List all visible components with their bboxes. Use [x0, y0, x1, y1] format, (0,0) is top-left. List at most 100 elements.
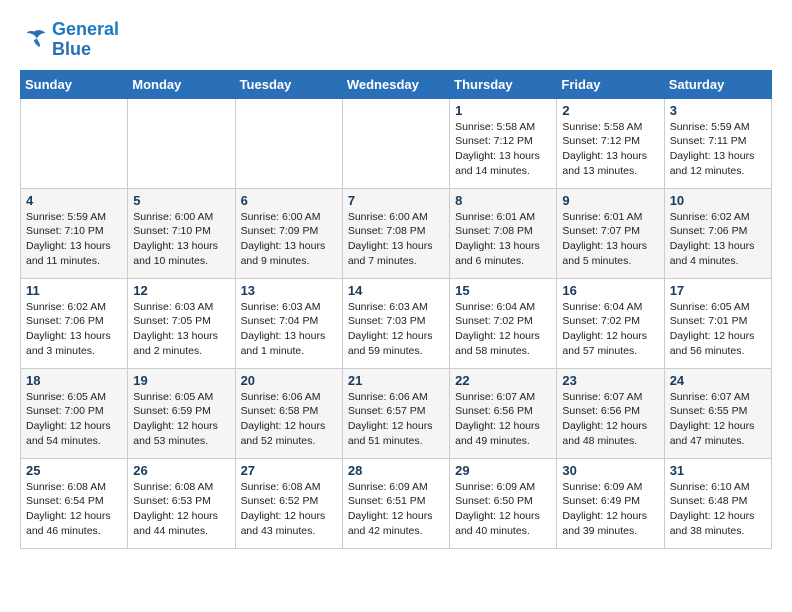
calendar-week-row: 1 Sunrise: 5:58 AM Sunset: 7:12 PM Daylig… [21, 98, 772, 188]
day-number: 27 [241, 463, 337, 478]
calendar-cell [342, 98, 449, 188]
day-info: Sunrise: 6:03 AM Sunset: 7:05 PM Dayligh… [133, 300, 229, 359]
calendar-cell: 12 Sunrise: 6:03 AM Sunset: 7:05 PM Dayli… [128, 278, 235, 368]
column-header-wednesday: Wednesday [342, 70, 449, 98]
calendar-cell: 19 Sunrise: 6:05 AM Sunset: 6:59 PM Dayli… [128, 368, 235, 458]
calendar-cell: 7Sunrise: 6:00 AM Sunset: 7:08 PM Daylig… [342, 188, 449, 278]
logo-icon [20, 26, 48, 54]
day-info: Sunrise: 6:07 AM Sunset: 6:55 PM Dayligh… [670, 390, 766, 449]
column-header-sunday: Sunday [21, 70, 128, 98]
calendar-table: SundayMondayTuesdayWednesdayThursdayFrid… [20, 70, 772, 549]
day-number: 5 [133, 193, 229, 208]
day-number: 26 [133, 463, 229, 478]
calendar-cell: 20 Sunrise: 6:06 AM Sunset: 6:58 PM Dayli… [235, 368, 342, 458]
day-number: 19 [133, 373, 229, 388]
day-number: 9 [562, 193, 658, 208]
calendar-cell: 10Sunrise: 6:02 AM Sunset: 7:06 PM Dayli… [664, 188, 771, 278]
page-header: General Blue [20, 20, 772, 60]
calendar-week-row: 11 Sunrise: 6:02 AM Sunset: 7:06 PM Dayli… [21, 278, 772, 368]
column-header-thursday: Thursday [450, 70, 557, 98]
day-number: 3 [670, 103, 766, 118]
calendar-cell: 29Sunrise: 6:09 AM Sunset: 6:50 PM Dayli… [450, 458, 557, 548]
calendar-cell: 31Sunrise: 6:10 AM Sunset: 6:48 PM Dayli… [664, 458, 771, 548]
day-number: 17 [670, 283, 766, 298]
calendar-cell: 5 Sunrise: 6:00 AM Sunset: 7:10 PM Daylig… [128, 188, 235, 278]
day-number: 7 [348, 193, 444, 208]
day-info: Sunrise: 6:00 AM Sunset: 7:10 PM Dayligh… [133, 210, 229, 269]
day-info: Sunrise: 6:09 AM Sunset: 6:49 PM Dayligh… [562, 480, 658, 539]
day-info: Sunrise: 6:09 AM Sunset: 6:51 PM Dayligh… [348, 480, 444, 539]
calendar-cell: 14 Sunrise: 6:03 AM Sunset: 7:03 PM Dayli… [342, 278, 449, 368]
day-info: Sunrise: 6:05 AM Sunset: 6:59 PM Dayligh… [133, 390, 229, 449]
day-info: Sunrise: 6:08 AM Sunset: 6:54 PM Dayligh… [26, 480, 122, 539]
day-info: Sunrise: 6:06 AM Sunset: 6:57 PM Dayligh… [348, 390, 444, 449]
calendar-cell: 21 Sunrise: 6:06 AM Sunset: 6:57 PM Dayli… [342, 368, 449, 458]
day-info: Sunrise: 6:00 AM Sunset: 7:09 PM Dayligh… [241, 210, 337, 269]
calendar-week-row: 18Sunrise: 6:05 AM Sunset: 7:00 PM Dayli… [21, 368, 772, 458]
day-number: 30 [562, 463, 658, 478]
calendar-cell: 22Sunrise: 6:07 AM Sunset: 6:56 PM Dayli… [450, 368, 557, 458]
calendar-cell: 9 Sunrise: 6:01 AM Sunset: 7:07 PM Daylig… [557, 188, 664, 278]
calendar-week-row: 4 Sunrise: 5:59 AM Sunset: 7:10 PM Daylig… [21, 188, 772, 278]
calendar-cell [235, 98, 342, 188]
day-info: Sunrise: 6:02 AM Sunset: 7:06 PM Dayligh… [26, 300, 122, 359]
day-info: Sunrise: 5:59 AM Sunset: 7:11 PM Dayligh… [670, 120, 766, 179]
day-number: 13 [241, 283, 337, 298]
calendar-cell: 13 Sunrise: 6:03 AM Sunset: 7:04 PM Dayli… [235, 278, 342, 368]
calendar-cell: 2 Sunrise: 5:58 AM Sunset: 7:12 PM Daylig… [557, 98, 664, 188]
calendar-cell: 6 Sunrise: 6:00 AM Sunset: 7:09 PM Daylig… [235, 188, 342, 278]
day-number: 31 [670, 463, 766, 478]
column-header-friday: Friday [557, 70, 664, 98]
day-info: Sunrise: 5:59 AM Sunset: 7:10 PM Dayligh… [26, 210, 122, 269]
day-number: 8 [455, 193, 551, 208]
day-number: 2 [562, 103, 658, 118]
day-number: 20 [241, 373, 337, 388]
day-number: 18 [26, 373, 122, 388]
calendar-cell: 27Sunrise: 6:08 AM Sunset: 6:52 PM Dayli… [235, 458, 342, 548]
day-number: 23 [562, 373, 658, 388]
calendar-cell: 15 Sunrise: 6:04 AM Sunset: 7:02 PM Dayli… [450, 278, 557, 368]
day-number: 1 [455, 103, 551, 118]
day-number: 11 [26, 283, 122, 298]
day-number: 10 [670, 193, 766, 208]
day-info: Sunrise: 5:58 AM Sunset: 7:12 PM Dayligh… [562, 120, 658, 179]
calendar-cell: 23Sunrise: 6:07 AM Sunset: 6:56 PM Dayli… [557, 368, 664, 458]
calendar-cell: 17 Sunrise: 6:05 AM Sunset: 7:01 PM Dayli… [664, 278, 771, 368]
calendar-cell: 30 Sunrise: 6:09 AM Sunset: 6:49 PM Dayli… [557, 458, 664, 548]
day-info: Sunrise: 6:05 AM Sunset: 7:01 PM Dayligh… [670, 300, 766, 359]
column-header-monday: Monday [128, 70, 235, 98]
column-header-tuesday: Tuesday [235, 70, 342, 98]
day-number: 6 [241, 193, 337, 208]
day-info: Sunrise: 6:01 AM Sunset: 7:08 PM Dayligh… [455, 210, 551, 269]
calendar-cell: 8 Sunrise: 6:01 AM Sunset: 7:08 PM Daylig… [450, 188, 557, 278]
calendar-cell: 4 Sunrise: 5:59 AM Sunset: 7:10 PM Daylig… [21, 188, 128, 278]
day-number: 25 [26, 463, 122, 478]
day-number: 21 [348, 373, 444, 388]
day-info: Sunrise: 6:01 AM Sunset: 7:07 PM Dayligh… [562, 210, 658, 269]
day-info: Sunrise: 6:07 AM Sunset: 6:56 PM Dayligh… [455, 390, 551, 449]
calendar-cell: 26Sunrise: 6:08 AM Sunset: 6:53 PM Dayli… [128, 458, 235, 548]
day-number: 28 [348, 463, 444, 478]
day-info: Sunrise: 5:58 AM Sunset: 7:12 PM Dayligh… [455, 120, 551, 179]
day-number: 16 [562, 283, 658, 298]
calendar-cell [21, 98, 128, 188]
column-header-saturday: Saturday [664, 70, 771, 98]
day-number: 15 [455, 283, 551, 298]
calendar-week-row: 25 Sunrise: 6:08 AM Sunset: 6:54 PM Dayli… [21, 458, 772, 548]
day-info: Sunrise: 6:03 AM Sunset: 7:04 PM Dayligh… [241, 300, 337, 359]
logo: General Blue [20, 20, 119, 60]
day-number: 4 [26, 193, 122, 208]
logo-text: General Blue [52, 20, 119, 60]
calendar-header-row: SundayMondayTuesdayWednesdayThursdayFrid… [21, 70, 772, 98]
calendar-cell: 18Sunrise: 6:05 AM Sunset: 7:00 PM Dayli… [21, 368, 128, 458]
calendar-cell [128, 98, 235, 188]
calendar-cell: 25 Sunrise: 6:08 AM Sunset: 6:54 PM Dayli… [21, 458, 128, 548]
day-number: 12 [133, 283, 229, 298]
day-number: 14 [348, 283, 444, 298]
day-info: Sunrise: 6:04 AM Sunset: 7:02 PM Dayligh… [455, 300, 551, 359]
day-info: Sunrise: 6:03 AM Sunset: 7:03 PM Dayligh… [348, 300, 444, 359]
day-info: Sunrise: 6:06 AM Sunset: 6:58 PM Dayligh… [241, 390, 337, 449]
calendar-cell: 16Sunrise: 6:04 AM Sunset: 7:02 PM Dayli… [557, 278, 664, 368]
day-number: 29 [455, 463, 551, 478]
calendar-cell: 11 Sunrise: 6:02 AM Sunset: 7:06 PM Dayli… [21, 278, 128, 368]
